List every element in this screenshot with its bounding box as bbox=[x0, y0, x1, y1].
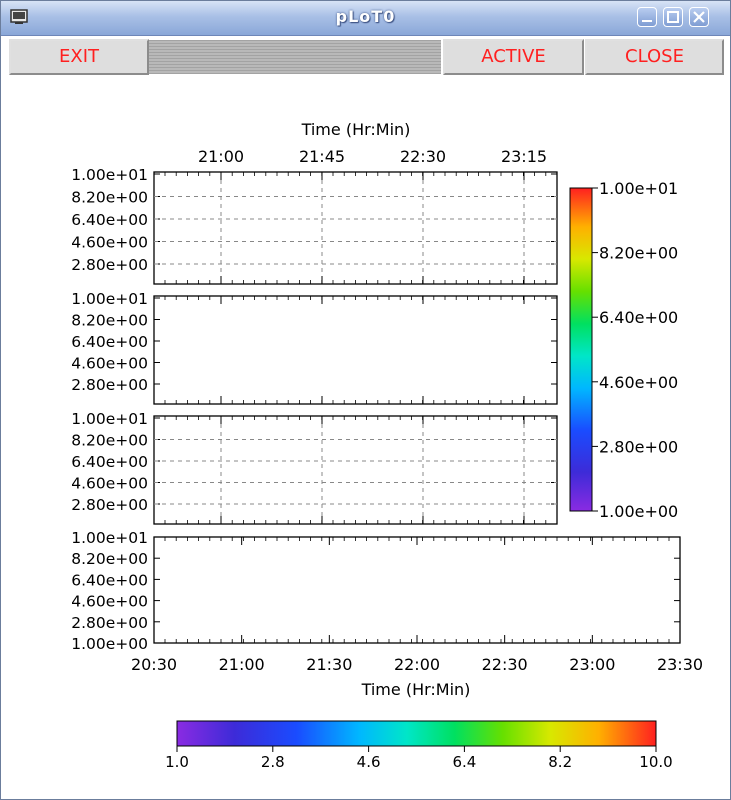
bottom-axis-label: Time (Hr:Min) bbox=[361, 680, 471, 699]
colorbar-vertical bbox=[569, 187, 593, 512]
y-tick-label: 1.00e+01 bbox=[71, 410, 148, 428]
maximize-icon bbox=[667, 11, 679, 23]
y-tick-label: 2.80e+00 bbox=[71, 614, 148, 632]
colorbar-vertical-ticks: 1.00e+01 8.20e+00 6.40e+00 4.60e+00 2.80e+00… bbox=[592, 179, 678, 521]
close-icon bbox=[693, 11, 705, 23]
y-tick-label: 4.60e+00 bbox=[71, 593, 148, 611]
y-tick-label: 4.60e+00 bbox=[71, 475, 148, 493]
colorbar-tick-label: 10.0 bbox=[639, 753, 672, 771]
minimize-icon bbox=[642, 20, 652, 22]
colorbar-tick-label: 6.40e+00 bbox=[599, 308, 678, 327]
y-tick-label: 8.20e+00 bbox=[71, 189, 148, 207]
panel-frame bbox=[153, 415, 558, 525]
y-tick-label: 6.40e+00 bbox=[71, 211, 148, 229]
window-title: pLoT0 bbox=[335, 7, 396, 26]
plot-panel: 1.00e+01 8.20e+00 6.40e+00 4.60e+00 2.80e+00 bbox=[71, 166, 558, 285]
y-tick-label: 8.20e+00 bbox=[71, 550, 148, 568]
plot-panel: 1.00e+01 8.20e+00 6.40e+00 4.60e+00 2.80e+00 bbox=[71, 290, 558, 405]
plot-canvas: Time (Hr:Min) 21:00 21:45 22:30 23:15 1.… bbox=[71, 120, 703, 771]
toolbar: EXIT ACTIVE CLOSE bbox=[1, 36, 730, 78]
y-tick-label: 1.00e+01 bbox=[71, 529, 148, 547]
y-tick-label: 4.60e+00 bbox=[71, 234, 148, 252]
y-tick-label: 4.60e+00 bbox=[71, 355, 148, 373]
y-tick-label: 2.80e+00 bbox=[71, 256, 148, 274]
toolbar-spacer bbox=[149, 40, 441, 74]
top-tick-label: 21:45 bbox=[299, 147, 345, 166]
bottom-tick-label: 22:30 bbox=[482, 655, 528, 674]
colorbar-tick-label: 1.0 bbox=[165, 753, 189, 771]
plot-window: pLoT0 EXIT ACTIVE CLOSE Time (Hr:Min) 21… bbox=[0, 0, 731, 800]
y-tick-label: 6.40e+00 bbox=[71, 333, 148, 351]
panel-frame bbox=[153, 171, 558, 285]
y-tick-label: 1.00e+01 bbox=[71, 166, 148, 184]
y-tick-label: 8.20e+00 bbox=[71, 432, 148, 450]
colorbar-tick-label: 1.00e+00 bbox=[599, 502, 678, 521]
y-tick-label: 1.00e+00 bbox=[71, 635, 148, 653]
colorbar-tick-label: 8.2 bbox=[548, 753, 572, 771]
colorbar-tick-label: 1.00e+01 bbox=[599, 179, 678, 198]
panel-frame bbox=[153, 295, 558, 405]
top-tick-label: 23:15 bbox=[501, 147, 547, 166]
y-tick-label: 6.40e+00 bbox=[71, 571, 148, 589]
panel-frame bbox=[153, 536, 681, 644]
colorbar-tick-label: 4.60e+00 bbox=[599, 373, 678, 392]
colorbar-horizontal-ticks: 1.0 2.8 4.6 6.4 8.2 10.0 bbox=[165, 746, 673, 771]
bottom-tick-label: 22:00 bbox=[394, 655, 440, 674]
colorbar-tick-label: 8.20e+00 bbox=[599, 244, 678, 263]
close-button[interactable]: CLOSE bbox=[585, 39, 724, 75]
y-tick-label: 2.80e+00 bbox=[71, 376, 148, 394]
colorbar-horizontal bbox=[176, 720, 657, 747]
colorbar-tick-label: 6.4 bbox=[452, 753, 476, 771]
colorbar-tick-label: 4.6 bbox=[357, 753, 381, 771]
window-close-button[interactable] bbox=[689, 7, 709, 27]
top-tick-label: 21:00 bbox=[198, 147, 244, 166]
y-tick-label: 8.20e+00 bbox=[71, 312, 148, 330]
bottom-tick-label: 21:00 bbox=[219, 655, 265, 674]
y-tick-label: 6.40e+00 bbox=[71, 453, 148, 471]
top-axis-ticks: 21:00 21:45 22:30 23:15 bbox=[198, 147, 547, 166]
minimize-button[interactable] bbox=[637, 7, 657, 27]
colorbar-tick-label: 2.80e+00 bbox=[599, 437, 678, 456]
bottom-tick-label: 21:30 bbox=[306, 655, 352, 674]
plot-panel: 1.00e+01 8.20e+00 6.40e+00 4.60e+00 2.80e+00 bbox=[71, 410, 558, 525]
top-axis-label: Time (Hr:Min) bbox=[301, 120, 411, 139]
y-tick-label: 1.00e+01 bbox=[71, 290, 148, 308]
title-bar[interactable]: pLoT0 bbox=[1, 1, 730, 36]
maximize-button[interactable] bbox=[663, 7, 683, 27]
bottom-tick-label: 23:30 bbox=[657, 655, 703, 674]
top-tick-label: 22:30 bbox=[400, 147, 446, 166]
colorbar-tick-label: 2.8 bbox=[261, 753, 285, 771]
bottom-tick-label: 23:00 bbox=[569, 655, 615, 674]
exit-button[interactable]: EXIT bbox=[9, 39, 149, 75]
plot-panel: 1.00e+01 8.20e+00 6.40e+00 4.60e+00 2.80e+00… bbox=[71, 529, 681, 653]
bottom-tick-label: 20:30 bbox=[131, 655, 177, 674]
active-button[interactable]: ACTIVE bbox=[443, 39, 584, 75]
y-tick-label: 2.80e+00 bbox=[71, 496, 148, 514]
